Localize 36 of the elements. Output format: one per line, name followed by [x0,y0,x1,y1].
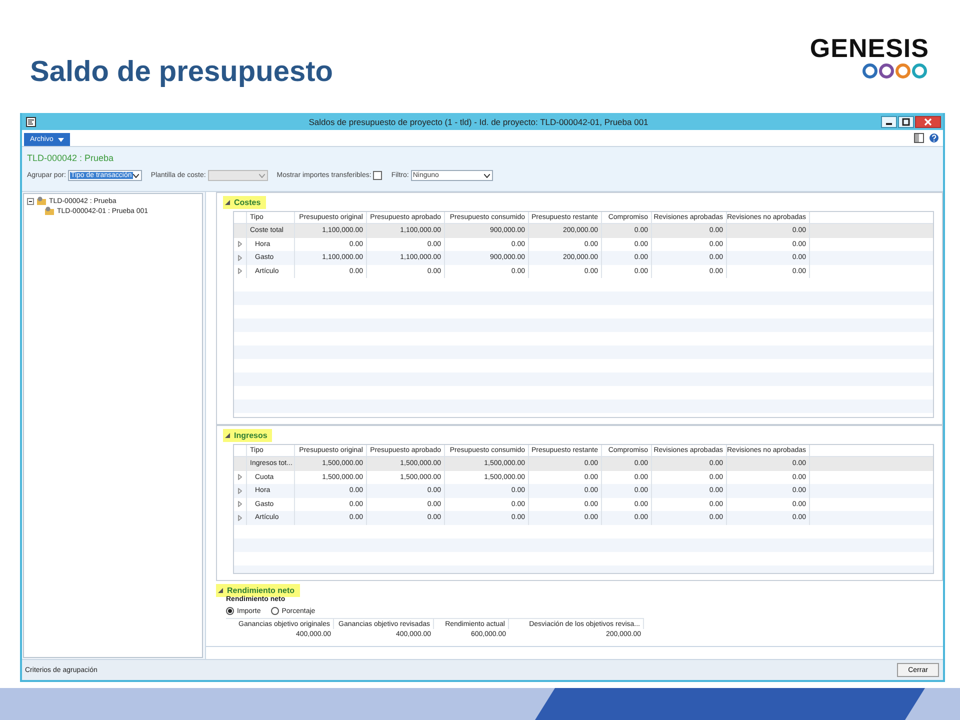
maximize-icon [902,118,910,126]
close-button[interactable] [915,116,941,128]
radio-button[interactable] [226,607,234,615]
window-title: Saldos de presupuesto de proyecto (1 - tld) - Id. de proyecto: TLD-000042-01, Prueba 001 [308,116,650,126]
checkbox[interactable] [373,171,382,180]
logo-wordmark: GENESIS [810,34,929,62]
logo-rings-icon [862,63,928,79]
panel-icon[interactable] [914,133,924,143]
section-title[interactable]: Costes [234,198,261,206]
app-icon [26,116,36,126]
caret-icon [58,138,64,142]
section-title[interactable]: Ingresos [234,430,268,440]
collapse-icon[interactable] [225,200,230,204]
help-icon[interactable] [929,133,939,143]
project-icon [44,206,55,216]
close-icon [924,118,932,126]
maximize-button[interactable] [898,116,914,128]
section-title[interactable]: Rendimiento neto [227,586,295,594]
dropdown-caret-icon [484,174,490,178]
collapse-icon[interactable] [225,432,230,438]
tree-toggle-icon[interactable] [27,198,34,204]
expand-icon[interactable] [238,501,242,508]
expand-icon[interactable] [238,241,242,248]
expand-icon[interactable] [238,474,242,480]
expand-icon[interactable] [238,254,242,261]
project-icon [36,196,47,206]
expand-icon[interactable] [238,268,242,274]
expand-icon[interactable] [238,514,242,521]
expand-icon[interactable] [238,488,242,494]
minimize-button[interactable] [881,116,897,128]
dropdown-caret-icon [258,174,265,178]
record-title: TLD-000042 : Prueba [27,152,115,165]
radio-button[interactable] [270,607,279,615]
collapse-icon[interactable] [218,588,223,592]
dropdown-caret-icon [132,174,139,178]
slide-title: Saldo de presupuesto [30,56,333,89]
